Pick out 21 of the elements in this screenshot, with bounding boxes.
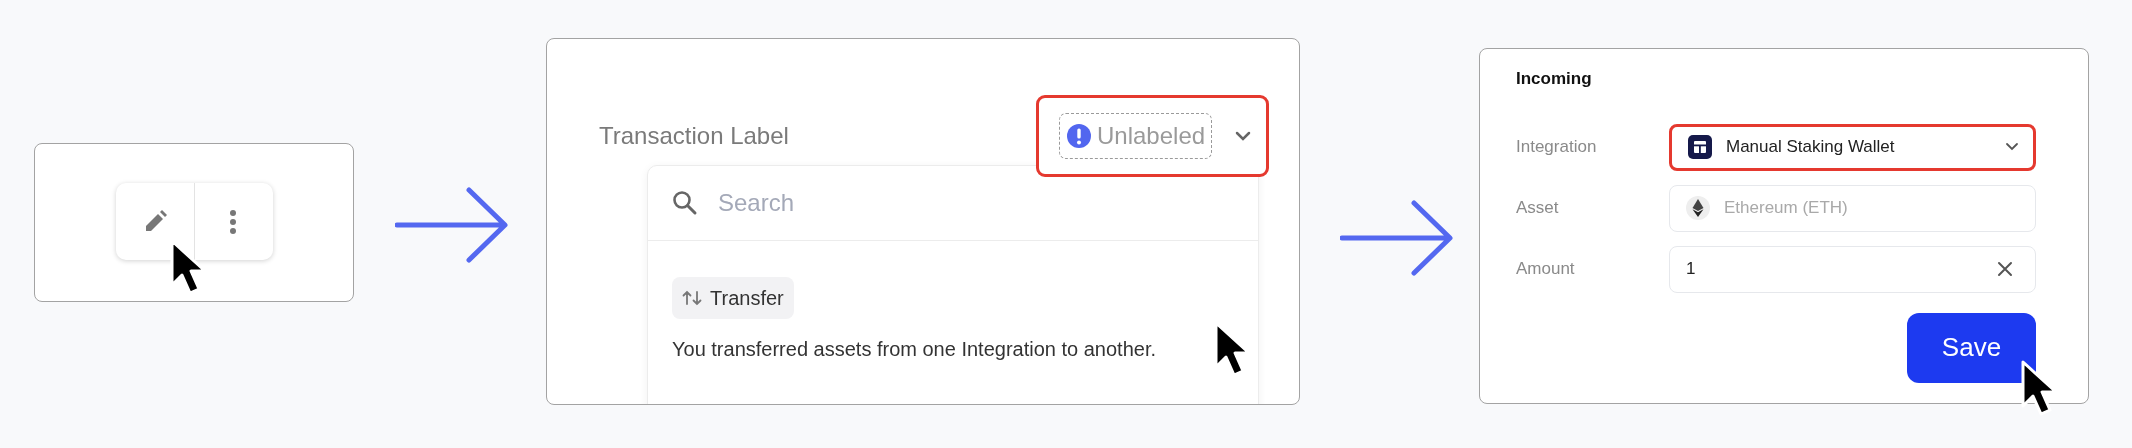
- field-label: Integration: [1516, 136, 1598, 159]
- amount-field[interactable]: 1: [1669, 245, 2036, 293]
- search-field[interactable]: Search: [716, 184, 1116, 222]
- label-tag[interactable]: Transfer: [672, 277, 794, 319]
- chevron-down-icon: [2005, 142, 2019, 152]
- option-description: You transferred assets from one Integration to another.: [672, 337, 1157, 362]
- wallet-app-icon: [1688, 135, 1712, 159]
- integration-select[interactable]: Manual Staking Wallet: [1669, 123, 2036, 171]
- chevron-down-icon: [1234, 130, 1252, 142]
- more-icon: [229, 208, 237, 235]
- section-title: Incoming: [1516, 68, 1593, 90]
- save-button[interactable]: Save: [1907, 312, 2036, 383]
- swap-arrows-icon: [682, 289, 702, 307]
- field-label: Asset: [1516, 197, 1560, 220]
- arrow-icon: [395, 184, 511, 266]
- field-label: Transaction Label: [599, 121, 789, 151]
- warning-icon: [1066, 123, 1092, 149]
- arrow-icon: [1340, 197, 1456, 279]
- search-icon: [672, 190, 698, 216]
- field-label: Amount: [1516, 258, 1576, 281]
- clear-icon: [1997, 261, 2013, 277]
